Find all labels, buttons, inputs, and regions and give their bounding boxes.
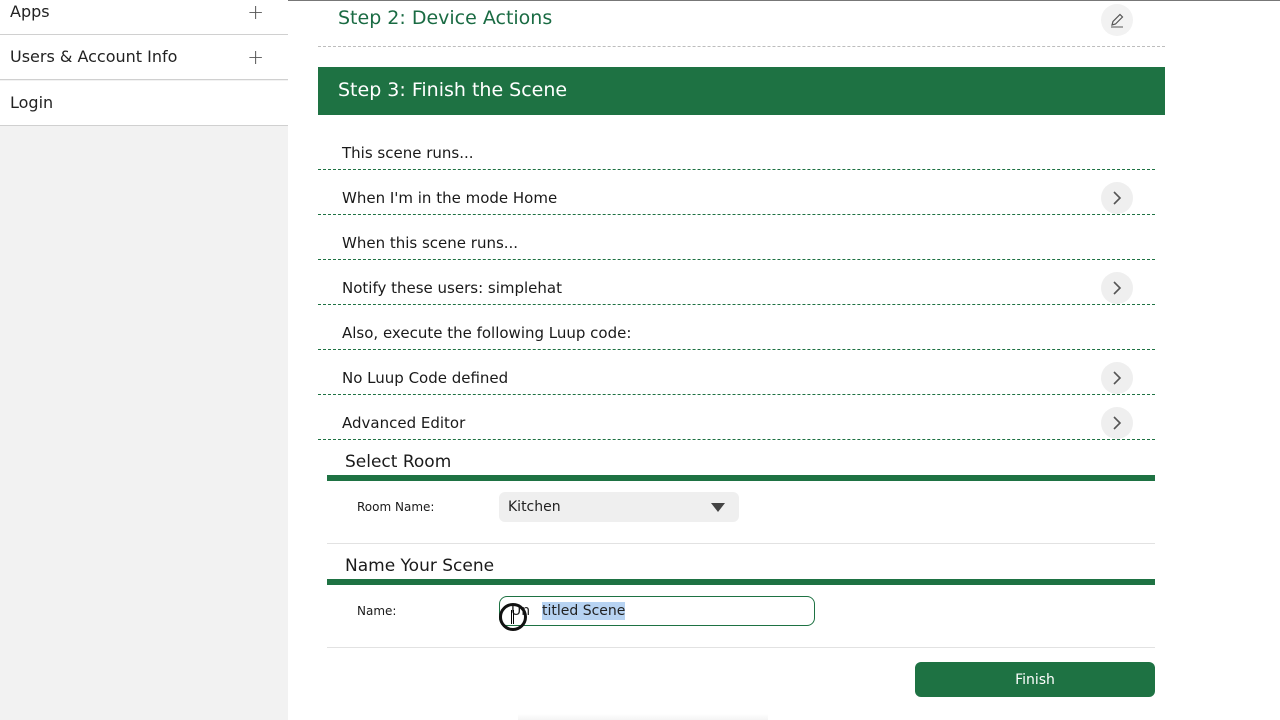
chevron-right-icon[interactable] [1101, 182, 1133, 214]
section-divider [327, 475, 1155, 481]
main-content: Step 2: Device Actions Step 3: Finish th… [288, 0, 1280, 720]
scene-name-label: Name: [357, 604, 397, 618]
row-label: When this scene runs... [342, 234, 519, 252]
select-room-title: Select Room [345, 452, 452, 472]
row-label: Also, execute the following Luup code: [342, 324, 632, 342]
row-label: Notify these users: simplehat [342, 279, 562, 297]
row-label: Advanced Editor [342, 414, 466, 432]
divider [327, 543, 1155, 544]
pencil-icon [1111, 13, 1124, 28]
scene-name-input[interactable]: Un titled Scene [499, 596, 815, 626]
sidebar: Apps + Users & Account Info + Login [0, 0, 288, 720]
step3-title: Step 3: Finish the Scene [338, 79, 568, 101]
advanced-editor-row[interactable]: Advanced Editor [318, 395, 1155, 440]
row-label: No Luup Code defined [342, 369, 509, 387]
sidebar-item-users-account-info[interactable]: Users & Account Info + [0, 35, 288, 80]
text-cursor-icon [511, 610, 514, 624]
bottom-fade [518, 714, 768, 720]
notify-users-row[interactable]: Notify these users: simplehat [318, 260, 1155, 305]
sidebar-item-label: Login [10, 93, 54, 112]
finish-button-label: Finish [1015, 671, 1055, 688]
mode-home-row[interactable]: When I'm in the mode Home [318, 170, 1155, 215]
step2-title: Step 2: Device Actions [338, 7, 553, 29]
scene-runs-heading: This scene runs... [318, 125, 1155, 170]
name-scene-title: Name Your Scene [345, 556, 495, 576]
room-select-value: Kitchen [508, 499, 561, 515]
sidebar-item-apps[interactable]: Apps + [0, 0, 288, 35]
luup-code-row[interactable]: No Luup Code defined [318, 350, 1155, 395]
edit-step2-button[interactable] [1101, 4, 1133, 36]
luup-code-heading: Also, execute the following Luup code: [318, 305, 1155, 350]
chevron-right-icon[interactable] [1101, 272, 1133, 304]
chevron-right-icon[interactable] [1101, 407, 1133, 439]
divider [327, 647, 1155, 648]
sidebar-item-login[interactable]: Login [0, 81, 288, 126]
step2-header: Step 2: Device Actions [318, 0, 1165, 47]
row-label: This scene runs... [342, 144, 474, 162]
section-divider [327, 579, 1155, 585]
room-select[interactable]: Kitchen [499, 492, 739, 522]
step3-header: Step 3: Finish the Scene [318, 67, 1165, 115]
finish-button[interactable]: Finish [915, 662, 1155, 697]
when-scene-runs-heading: When this scene runs... [318, 215, 1155, 260]
row-label: When I'm in the mode Home [342, 189, 558, 207]
room-name-label: Room Name: [357, 500, 435, 514]
input-text-selection: titled Scene [542, 602, 626, 620]
plus-icon[interactable]: + [247, 0, 264, 24]
sidebar-item-label: Users & Account Info [10, 47, 178, 66]
sidebar-item-label: Apps [10, 2, 50, 21]
chevron-right-icon[interactable] [1101, 362, 1133, 394]
plus-icon[interactable]: + [247, 45, 264, 69]
caret-down-icon [711, 503, 725, 512]
